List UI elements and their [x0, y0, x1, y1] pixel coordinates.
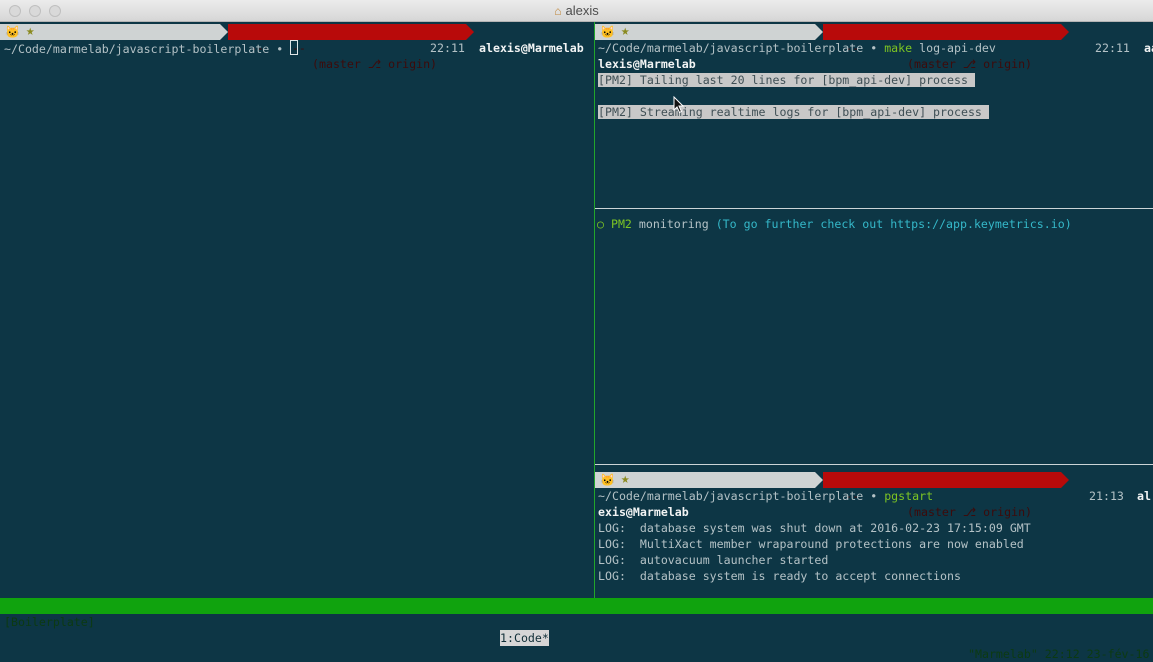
star-icon: ★: [26, 23, 35, 39]
prompt-path: ~/Code/marmelab/javascript-boilerplate: [598, 489, 871, 503]
prompt-dot: •: [870, 41, 878, 55]
postgres-log-line: LOG: database system is ready to accept …: [598, 569, 961, 583]
bottom-right-pane[interactable]: 🐱 ★ -- -- (master ⎇ origin) ~/Code/marme…: [595, 465, 1153, 598]
tmux-session-name: [Boilerplate]: [4, 615, 95, 629]
window-titlebar: ⌂ alexis: [0, 0, 1153, 22]
pm2-monitor-pane[interactable]: ○ PM2 monitoring (To go further check ou…: [595, 209, 1153, 464]
prompt-path: ~/Code/marmelab/javascript-boilerplate: [4, 42, 277, 56]
tmux-status-bar: [Boilerplate] 1:Code* "Marmelab" 22:12 2…: [0, 598, 1153, 661]
left-pane[interactable]: 🐱 ★ -- -- (master ⎇ origin) ~/Code/marme…: [0, 22, 594, 598]
prompt-command-args: log-api-dev: [912, 41, 996, 55]
bottom-right-prompt-line: ~/Code/marmelab/javascript-boilerplate •…: [598, 488, 933, 504]
top-right-powerline: 🐱 ★ -- -- (master ⎇ origin): [595, 23, 1153, 71]
star-icon: ★: [621, 471, 630, 487]
git-branch-label: (master ⎇ origin): [907, 57, 1033, 71]
github-cat-icon: 🐱: [600, 473, 615, 487]
prompt-time: 21:13: [1089, 489, 1124, 503]
prompt-user: alexis@Marmelab: [479, 41, 584, 55]
prompt-time: 22:11: [430, 41, 465, 55]
prompt-dot: •: [276, 42, 284, 56]
left-powerline: 🐱 ★ -- -- (master ⎇ origin): [0, 23, 594, 71]
tmux-status-right: "Marmelab" 22:12 23-fév-16: [968, 647, 1150, 661]
terminal-cursor: [290, 40, 299, 55]
prompt-time: 22:11: [1095, 41, 1130, 55]
postgres-log-line: LOG: database system was shut down at 20…: [598, 521, 1031, 535]
github-cat-icon: 🐱: [600, 25, 615, 39]
left-prompt-line: ~/Code/marmelab/javascript-boilerplate •: [4, 40, 299, 56]
git-branch-label: (master ⎇ origin): [907, 505, 1033, 519]
window-title-text: alexis: [565, 3, 599, 18]
home-icon: ⌂: [554, 4, 562, 18]
wrapped-user-line: exis@Marmelab: [598, 505, 689, 519]
github-cat-icon: 🐱: [5, 25, 20, 39]
prompt-user-cut: aa: [1144, 41, 1153, 55]
prompt-path: ~/Code/marmelab/javascript-boilerplate: [598, 41, 871, 55]
top-right-pane[interactable]: 🐱 ★ -- -- (master ⎇ origin) ~/Code/marme…: [595, 22, 1153, 208]
postgres-log-line: LOG: autovacuum launcher started: [598, 553, 829, 567]
pm2-log-line: [PM2] Streaming realtime logs for [bpm_a…: [598, 105, 989, 119]
pm2-log-line: [PM2] Tailing last 20 lines for [bpm_api…: [598, 73, 975, 87]
prompt-command: make: [884, 41, 913, 55]
wrapped-user-line: lexis@Marmelab: [598, 57, 696, 71]
monitoring-label: monitoring: [631, 217, 716, 231]
bottom-right-powerline: 🐱 ★ -- -- (master ⎇ origin): [595, 471, 1153, 519]
postgres-log-line: LOG: MultiXact member wraparound protect…: [598, 537, 1024, 551]
tmux-window-tab[interactable]: 1:Code*: [500, 630, 549, 646]
window-title: ⌂ alexis: [0, 3, 1153, 18]
prompt-user-cut: al: [1137, 489, 1151, 503]
star-icon: ★: [621, 23, 630, 39]
keymetrics-hint: (To go further check out https://app.key…: [715, 217, 1072, 231]
status-bullet-icon: ○: [597, 217, 604, 231]
git-branch-label: (master ⎇ origin): [312, 57, 438, 71]
pm2-label: PM2: [610, 217, 632, 231]
top-right-prompt-line: ~/Code/marmelab/javascript-boilerplate •…: [598, 40, 996, 56]
prompt-command: pgstart: [877, 489, 934, 503]
